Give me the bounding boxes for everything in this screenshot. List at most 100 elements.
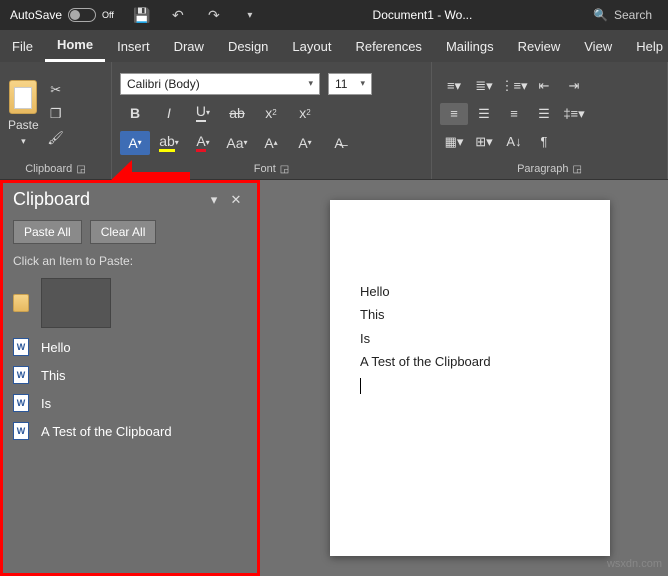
autosave-state: Off — [102, 10, 114, 20]
clipboard-item[interactable]: This — [13, 366, 247, 384]
document-line: A Test of the Clipboard — [360, 350, 580, 373]
document-line: Is — [360, 327, 580, 350]
group-clipboard: Paste ▾ ✂ ❐ 🖌 Clipboard ◲ — [0, 62, 112, 179]
pane-options-icon[interactable]: ▾ — [203, 192, 225, 208]
paragraph-launcher-icon[interactable]: ◲ — [572, 164, 581, 175]
multilevel-button[interactable]: ⋮≡▾ — [500, 75, 528, 97]
increase-indent-button[interactable]: ⇥ — [560, 75, 588, 97]
align-left-button[interactable]: ≡ — [440, 103, 468, 125]
shading-button[interactable]: ▦▾ — [440, 131, 468, 153]
strikethrough-button[interactable]: ab — [222, 101, 252, 125]
decrease-indent-button[interactable]: ⇤ — [530, 75, 558, 97]
save-icon[interactable]: 💾 — [124, 0, 160, 30]
clear-formatting-button[interactable]: A̶ — [324, 131, 354, 155]
clipboard-item-text: This — [41, 368, 66, 383]
text-effects-button[interactable]: A ▾ — [120, 131, 150, 155]
group-font-label: Font — [254, 163, 276, 175]
clear-all-button[interactable]: Clear All — [90, 220, 157, 244]
clipboard-item-text: A Test of the Clipboard — [41, 424, 172, 439]
italic-button[interactable]: I — [154, 101, 184, 125]
superscript-button[interactable]: x2 — [290, 101, 320, 125]
document-line: Hello — [360, 280, 580, 303]
borders-button[interactable]: ⊞▾ — [470, 131, 498, 153]
undo-icon[interactable]: ↶ — [160, 0, 196, 30]
font-name-combo[interactable]: Calibri (Body) ▾ — [120, 73, 320, 95]
font-color-button[interactable]: A▾ — [188, 131, 218, 155]
align-center-button[interactable]: ☰ — [470, 103, 498, 125]
clipboard-item[interactable]: Hello — [13, 338, 247, 356]
group-font: Calibri (Body) ▾ 11 ▾ B I U ▾ ab x2 x2 — [112, 62, 432, 179]
qat-dropdown-icon[interactable]: ▾ — [232, 0, 268, 30]
change-case-button[interactable]: Aa ▾ — [222, 131, 252, 155]
justify-button[interactable]: ☰ — [530, 103, 558, 125]
tab-mailings[interactable]: Mailings — [434, 30, 506, 62]
font-size-value: 11 — [335, 77, 347, 91]
document-area[interactable]: Hello This Is A Test of the Clipboard — [260, 180, 668, 576]
show-marks-button[interactable]: ¶ — [530, 131, 558, 153]
font-launcher-icon[interactable]: ◲ — [280, 164, 289, 175]
clipboard-items: Hello This Is A Test of the Clipboard — [3, 274, 257, 444]
tab-references[interactable]: References — [343, 30, 433, 62]
text-cursor — [360, 374, 580, 397]
subscript-button[interactable]: x2 — [256, 101, 286, 125]
clipboard-item[interactable] — [13, 278, 247, 328]
search-icon: 🔍 — [593, 8, 608, 22]
bold-button[interactable]: B — [120, 101, 150, 125]
clipboard-item-text: Hello — [41, 340, 71, 355]
clipboard-hint: Click an Item to Paste: — [3, 248, 257, 274]
font-name-value: Calibri (Body) — [127, 77, 200, 91]
tab-review[interactable]: Review — [506, 30, 573, 62]
toggle-icon — [68, 8, 96, 22]
paste-button[interactable]: Paste ▾ — [8, 80, 39, 147]
word-doc-icon — [13, 422, 29, 440]
autosave-toggle[interactable]: AutoSave Off — [0, 8, 124, 22]
tab-help[interactable]: Help — [624, 30, 668, 62]
document-page[interactable]: Hello This Is A Test of the Clipboard — [330, 200, 610, 556]
clipboard-pane-title: Clipboard — [13, 189, 90, 210]
font-size-combo[interactable]: 11 ▾ — [328, 73, 372, 95]
clipboard-item[interactable]: A Test of the Clipboard — [13, 422, 247, 440]
tab-home[interactable]: Home — [45, 30, 105, 62]
chevron-down-icon: ▾ — [21, 136, 26, 147]
highlight-button[interactable]: ab▾ — [154, 131, 184, 155]
document-title: Document1 - Wo... — [268, 8, 577, 22]
document-line: This — [360, 303, 580, 326]
word-doc-icon — [13, 394, 29, 412]
tab-layout[interactable]: Layout — [280, 30, 343, 62]
format-painter-icon[interactable]: 🖌 — [45, 129, 67, 147]
group-clipboard-label: Clipboard — [25, 163, 72, 175]
word-doc-icon — [13, 366, 29, 384]
tab-file[interactable]: File — [0, 30, 45, 62]
tab-design[interactable]: Design — [216, 30, 280, 62]
clipboard-launcher-icon[interactable]: ◲ — [76, 164, 85, 175]
tab-draw[interactable]: Draw — [162, 30, 216, 62]
cut-icon[interactable]: ✂ — [45, 81, 67, 99]
autosave-label: AutoSave — [10, 8, 62, 22]
clipboard-image-icon — [13, 294, 29, 312]
paste-icon — [9, 80, 37, 114]
search-box[interactable]: 🔍 Search — [577, 8, 668, 22]
shrink-font-button[interactable]: A▾ — [290, 131, 320, 155]
word-doc-icon — [13, 338, 29, 356]
copy-icon[interactable]: ❐ — [45, 105, 67, 123]
clipboard-item[interactable]: Is — [13, 394, 247, 412]
paste-label: Paste — [8, 118, 39, 132]
group-paragraph: ≡▾ ≣▾ ⋮≡▾ ⇤ ⇥ ≡ ☰ ≡ ☰ ‡≡▾ ▦▾ ⊞▾ A↓ — [432, 62, 668, 179]
chevron-down-icon: ▾ — [308, 78, 313, 89]
underline-button[interactable]: U ▾ — [188, 101, 218, 125]
workspace: Clipboard ▾ ✕ Paste All Clear All Click … — [0, 180, 668, 576]
tab-insert[interactable]: Insert — [105, 30, 162, 62]
tab-view[interactable]: View — [572, 30, 624, 62]
clipboard-item-text: Is — [41, 396, 51, 411]
numbering-button[interactable]: ≣▾ — [470, 75, 498, 97]
bullets-button[interactable]: ≡▾ — [440, 75, 468, 97]
sort-button[interactable]: A↓ — [500, 131, 528, 153]
line-spacing-button[interactable]: ‡≡▾ — [560, 103, 588, 125]
grow-font-button[interactable]: A▴ — [256, 131, 286, 155]
title-bar: AutoSave Off 💾 ↶ ↷ ▾ Document1 - Wo... 🔍… — [0, 0, 668, 30]
align-right-button[interactable]: ≡ — [500, 103, 528, 125]
close-icon[interactable]: ✕ — [225, 192, 247, 208]
watermark: wsxdn.com — [607, 558, 662, 570]
paste-all-button[interactable]: Paste All — [13, 220, 82, 244]
redo-icon[interactable]: ↷ — [196, 0, 232, 30]
